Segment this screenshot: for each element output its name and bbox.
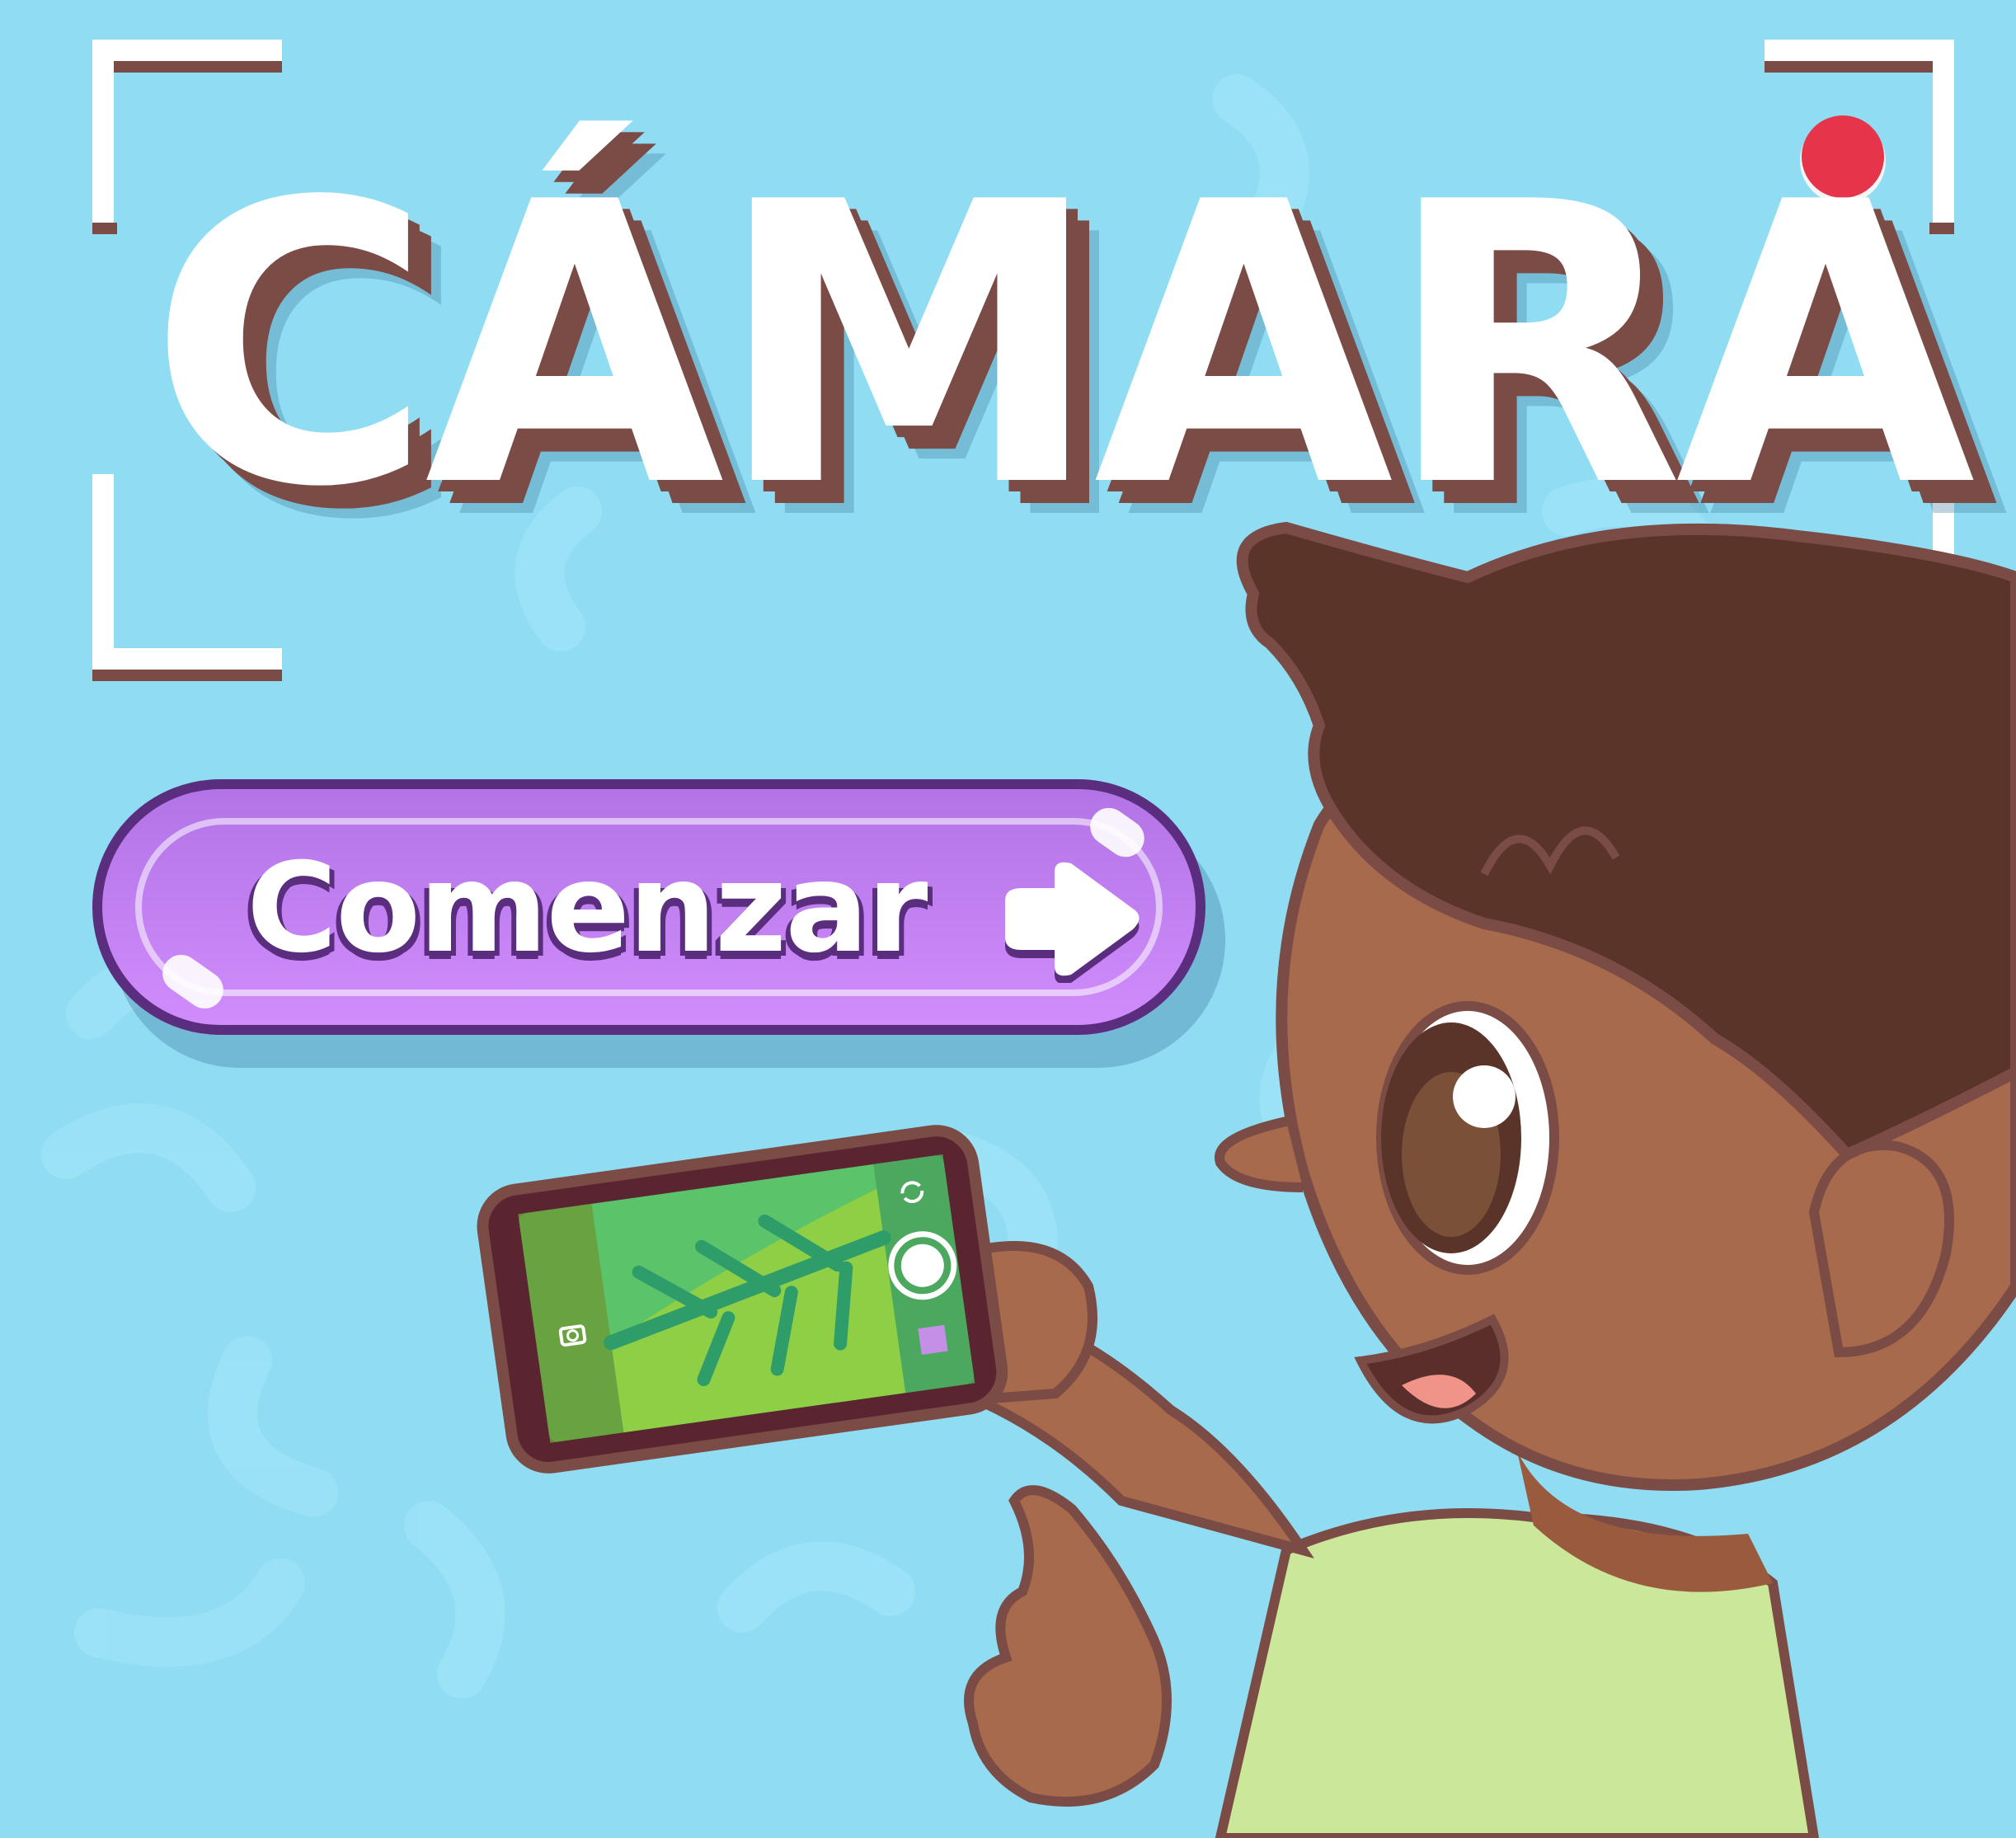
start-button[interactable]: Comenzar [92, 779, 1205, 1035]
phone [477, 1125, 1008, 1474]
game-title: CÁMARA [148, 120, 1976, 571]
eye [1376, 1001, 1559, 1275]
character-boy [929, 521, 2016, 1838]
start-button-label: Comenzar [247, 837, 928, 980]
arrow-right-icon [1005, 862, 1140, 983]
gallery-thumbnail-icon [918, 1324, 948, 1355]
pointing-hand [964, 1485, 1172, 1807]
